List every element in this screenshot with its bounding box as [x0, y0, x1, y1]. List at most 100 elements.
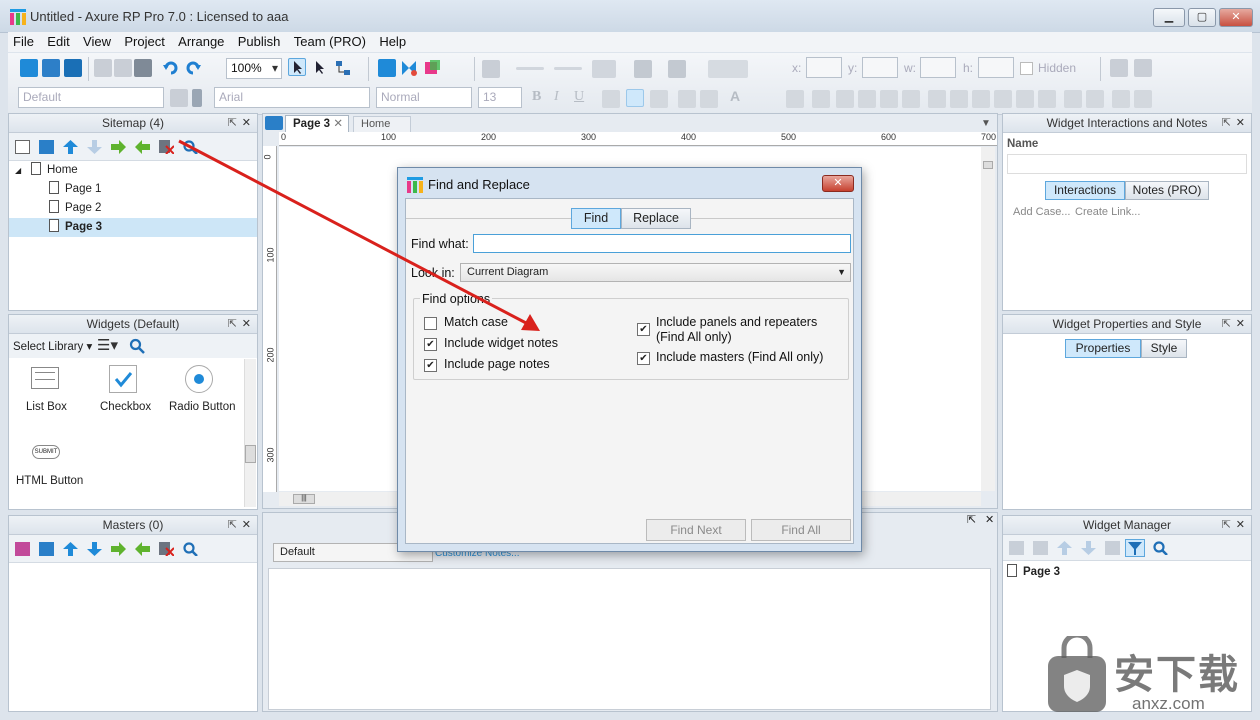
add-icon[interactable] — [1009, 541, 1024, 555]
tab-home[interactable]: Home — [353, 116, 411, 132]
indent-icon[interactable] — [111, 542, 126, 556]
x-input[interactable] — [806, 57, 842, 78]
outdent-icon[interactable] — [135, 140, 150, 154]
tab-style[interactable]: Style — [1141, 339, 1187, 358]
w-input[interactable] — [920, 57, 956, 78]
pin-icon[interactable]: ⇱ — [228, 516, 237, 534]
checkbox-widget-icon[interactable] — [109, 365, 137, 393]
add-folder-icon[interactable] — [39, 542, 54, 556]
widgets-scrollbar[interactable] — [244, 359, 256, 507]
new-file-icon[interactable] — [20, 59, 38, 77]
close-icon[interactable]: ✕ — [242, 114, 251, 132]
cut-icon[interactable] — [94, 59, 112, 77]
move-up-icon[interactable] — [63, 542, 78, 556]
find-what-input[interactable] — [473, 234, 851, 253]
move-up-icon[interactable] — [63, 140, 78, 154]
add-master-icon[interactable] — [15, 542, 30, 556]
move-up-icon[interactable] — [1057, 541, 1072, 555]
pin-icon[interactable]: ⇱ — [1222, 114, 1231, 132]
publish-icon[interactable] — [400, 59, 418, 77]
generate-icon[interactable] — [424, 59, 442, 77]
add-page-icon[interactable] — [15, 140, 30, 154]
close-tab-icon[interactable]: ✕ — [333, 116, 343, 132]
canvas-vertical-scrollbar[interactable] — [981, 147, 995, 491]
pages-icon[interactable] — [265, 116, 283, 130]
menu-icon[interactable]: ☰▾ — [97, 336, 118, 354]
html-button-widget-icon[interactable]: SUBMIT — [32, 445, 60, 459]
contained-select-icon[interactable] — [312, 59, 330, 77]
menu-help[interactable]: Help — [374, 32, 411, 51]
close-icon[interactable]: ✕ — [1236, 114, 1245, 132]
pin-icon[interactable]: ⇱ — [1222, 516, 1231, 534]
pin-icon[interactable]: ⇱ — [967, 513, 976, 526]
notes-editor[interactable] — [268, 568, 991, 710]
include-masters-checkbox[interactable]: ✔ — [637, 352, 650, 365]
minimize-button[interactable]: ▁ — [1153, 8, 1185, 27]
select-library-dropdown[interactable]: Select Library ▾ — [13, 339, 92, 353]
list-box-icon[interactable] — [31, 367, 59, 389]
pin-icon[interactable]: ⇱ — [1222, 315, 1231, 333]
hidden-checkbox[interactable] — [1020, 62, 1033, 75]
filter-icon[interactable] — [1125, 539, 1145, 557]
menu-publish[interactable]: Publish — [233, 32, 286, 51]
dialog-close-button[interactable]: ✕ — [822, 175, 854, 192]
copy-icon[interactable] — [114, 59, 132, 77]
undo-icon[interactable] — [162, 59, 180, 77]
tree-item-page-3[interactable]: Page 3 — [9, 218, 257, 237]
delete-master-icon[interactable] — [159, 542, 175, 557]
include-panels-repeaters-checkbox[interactable]: ✔ — [637, 323, 650, 336]
move-down-icon[interactable] — [87, 542, 102, 556]
maximize-button[interactable]: ▢ — [1188, 8, 1216, 27]
delete-page-icon[interactable] — [159, 140, 175, 155]
outdent-icon[interactable] — [135, 542, 150, 556]
tree-item-page-1[interactable]: Page 1 — [9, 180, 257, 199]
close-icon[interactable]: ✕ — [242, 315, 251, 333]
tab-properties[interactable]: Properties — [1065, 339, 1141, 358]
radio-button-widget-icon[interactable] — [185, 365, 213, 393]
delete-icon[interactable] — [1105, 541, 1120, 555]
include-page-notes-checkbox[interactable]: ✔ — [424, 359, 437, 372]
include-widget-notes-checkbox[interactable]: ✔ — [424, 338, 437, 351]
connector-icon[interactable] — [334, 59, 352, 77]
find-all-button[interactable]: Find All — [751, 519, 851, 541]
menu-arrange[interactable]: Arrange — [173, 32, 229, 51]
tab-find[interactable]: Find — [571, 208, 621, 229]
close-icon[interactable]: ✕ — [1236, 315, 1245, 333]
match-case-checkbox[interactable] — [424, 317, 437, 330]
look-in-select[interactable]: Current Diagram ▼ — [460, 263, 851, 282]
search-icon[interactable] — [1153, 541, 1168, 556]
tab-interactions[interactable]: Interactions — [1045, 181, 1125, 200]
widget-manager-page-row[interactable]: Page 3 — [1003, 563, 1251, 582]
tree-item-page-2[interactable]: Page 2 — [9, 199, 257, 218]
add-folder-icon[interactable] — [39, 140, 54, 154]
close-icon[interactable]: ✕ — [242, 516, 251, 534]
close-icon[interactable]: ✕ — [1236, 516, 1245, 534]
add-case-link[interactable]: Add Case... — [1013, 206, 1070, 218]
pin-icon[interactable]: ⇱ — [228, 315, 237, 333]
search-icon[interactable] — [183, 140, 198, 155]
tree-item-home[interactable]: ◢ Home — [9, 161, 257, 180]
select-pointer-icon[interactable] — [288, 58, 306, 76]
close-icon[interactable]: ✕ — [985, 513, 994, 526]
y-input[interactable] — [862, 57, 898, 78]
tab-list-dropdown-icon[interactable]: ▼ — [981, 118, 991, 129]
tab-page-3[interactable]: Page 3 ✕ — [285, 115, 349, 132]
save-icon[interactable] — [64, 59, 82, 77]
search-icon[interactable] — [129, 338, 145, 357]
menu-file[interactable]: File — [8, 32, 39, 51]
widget-name-input[interactable] — [1007, 154, 1247, 174]
move-down-icon[interactable] — [87, 140, 102, 154]
indent-icon[interactable] — [111, 140, 126, 154]
tab-replace[interactable]: Replace — [621, 208, 691, 229]
move-down-icon[interactable] — [1081, 541, 1096, 555]
find-next-button[interactable]: Find Next — [646, 519, 746, 541]
tab-notes[interactable]: Notes (PRO) — [1125, 181, 1209, 200]
paste-icon[interactable] — [134, 59, 152, 77]
open-folder-icon[interactable] — [42, 59, 60, 77]
menu-team[interactable]: Team (PRO) — [289, 32, 371, 51]
menu-project[interactable]: Project — [119, 32, 169, 51]
redo-icon[interactable] — [184, 59, 202, 77]
preview-icon[interactable] — [378, 59, 396, 77]
menu-view[interactable]: View — [78, 32, 116, 51]
h-input[interactable] — [978, 57, 1014, 78]
